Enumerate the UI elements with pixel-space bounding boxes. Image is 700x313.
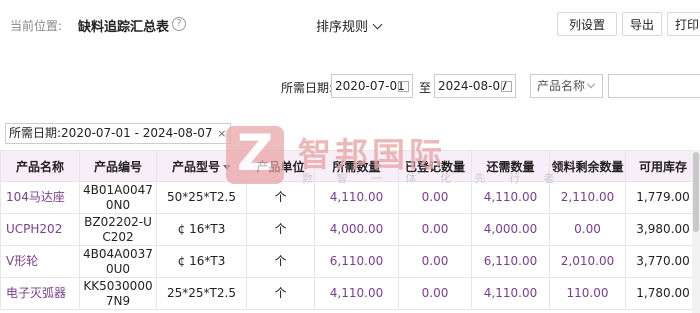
sort-rule-dropdown[interactable]: 排序规则 — [316, 16, 383, 35]
table-row: UCPH202 BZ02202-UC202 ¢ 16*T3 个 4,000.00… — [0, 213, 700, 246]
sort-rule-label: 排序规则 — [316, 20, 369, 35]
table-row: 104马达座 4B01A00470N0 50*25*T2.5 个 4,110.0… — [0, 181, 700, 214]
available-stock-cell: 3,980.00 — [625, 213, 700, 246]
column-settings-button[interactable]: 列设置 — [557, 12, 617, 36]
product-name-link[interactable]: 电子灭弧器 — [0, 277, 80, 310]
calendar-icon[interactable] — [398, 81, 409, 92]
table-header-row: 产品名称 产品编号 产品型号 产品单位 所需数量 已登记数量 还需数量 领料剩余… — [0, 150, 700, 182]
active-filter-tag: 所需日期:2020-07-01 - 2024-08-07 × — [5, 123, 232, 144]
available-stock-cell: 3,770.00 — [625, 245, 700, 278]
shortage-table: 产品名称 产品编号 产品型号 产品单位 所需数量 已登记数量 还需数量 领料剩余… — [0, 150, 700, 310]
product-name-link[interactable]: 104马达座 — [0, 181, 80, 214]
product-name-link[interactable]: V形轮 — [0, 245, 80, 278]
registered-qty-cell[interactable]: 0.00 — [398, 277, 472, 310]
column-header[interactable]: 产品名称 — [0, 150, 80, 182]
table-row: 电子灭弧器 KK50300007N9 25*25*T2.5 个 4,110.00… — [0, 277, 700, 310]
remaining-issue-qty-cell[interactable]: 110.00 — [549, 277, 626, 310]
search-field-select[interactable]: 产品名称 — [530, 74, 603, 98]
column-header-label: 产品型号 — [171, 159, 220, 174]
table-row: V形轮 4B04A00370U0 ¢ 16*T3 个 6,110.00 0.00… — [0, 245, 700, 278]
available-stock-cell: 1,779.00 — [625, 181, 700, 214]
date-to-input[interactable]: 2024-08-07 — [434, 74, 516, 98]
column-header[interactable]: 领料剩余数量 — [549, 150, 626, 182]
date-range-separator: 至 — [419, 81, 432, 95]
column-header[interactable]: 可用库存 — [625, 150, 700, 182]
product-code-cell: BZ02202-UC202 — [79, 213, 157, 246]
product-unit-cell: 个 — [246, 245, 315, 278]
chevron-down-icon — [586, 79, 596, 89]
still-needed-qty-cell[interactable]: 4,000.00 — [471, 213, 550, 246]
available-stock-cell: 1,780.00 — [625, 277, 700, 310]
product-model-cell: 25*25*T2.5 — [156, 277, 247, 310]
still-needed-qty-cell[interactable]: 4,110.00 — [471, 181, 550, 214]
close-icon[interactable]: × — [217, 124, 226, 143]
column-header[interactable]: 已登记数量 — [398, 150, 472, 182]
product-unit-cell: 个 — [246, 213, 315, 246]
top-bar: 当前位置: 缺料追踪汇总表 ? 排序规则 列设置 导出 打印 — [0, 0, 700, 52]
help-icon[interactable]: ? — [172, 17, 186, 31]
required-qty-cell[interactable]: 4,000.00 — [314, 213, 399, 246]
product-unit-cell: 个 — [246, 277, 315, 310]
product-code-cell: KK50300007N9 — [79, 277, 157, 310]
page-title: 缺料追踪汇总表 — [78, 20, 170, 35]
column-header[interactable]: 产品编号 — [79, 150, 157, 182]
export-button[interactable]: 导出 — [622, 12, 662, 36]
column-header[interactable]: 所需数量 — [314, 150, 399, 182]
still-needed-qty-cell[interactable]: 4,110.00 — [471, 277, 550, 310]
print-button[interactable]: 打印 — [667, 12, 700, 36]
column-header[interactable]: 还需数量 — [471, 150, 550, 182]
date-from-value: 2020-07-01 — [335, 79, 405, 93]
remaining-issue-qty-cell[interactable]: 0.00 — [549, 213, 626, 246]
required-qty-cell[interactable]: 6,110.00 — [314, 245, 399, 278]
calendar-icon[interactable] — [501, 81, 512, 92]
chevron-down-icon — [372, 19, 383, 30]
search-input[interactable] — [608, 74, 700, 98]
product-model-cell: 50*25*T2.5 — [156, 181, 247, 214]
required-qty-cell[interactable]: 4,110.00 — [314, 181, 399, 214]
product-name-link[interactable]: UCPH202 — [0, 213, 80, 246]
still-needed-qty-cell[interactable]: 6,110.00 — [471, 245, 550, 278]
product-model-cell: ¢ 16*T3 — [156, 245, 247, 278]
registered-qty-cell[interactable]: 0.00 — [398, 181, 472, 214]
remaining-issue-qty-cell[interactable]: 2,110.00 — [549, 181, 626, 214]
scrollbar-thumb[interactable] — [693, 152, 699, 232]
remaining-issue-qty-cell[interactable]: 2,010.00 — [549, 245, 626, 278]
date-filter-label: 所需日期: — [281, 81, 334, 95]
vertical-scrollbar[interactable] — [692, 150, 700, 313]
sort-icon[interactable] — [223, 164, 231, 170]
registered-qty-cell[interactable]: 0.00 — [398, 245, 472, 278]
active-filter-text: 所需日期:2020-07-01 - 2024-08-07 — [9, 126, 213, 140]
location-label: 当前位置: — [10, 19, 63, 33]
date-to-value: 2024-08-07 — [438, 79, 508, 93]
search-field-value: 产品名称 — [537, 79, 586, 93]
product-unit-cell: 个 — [246, 181, 315, 214]
product-code-cell: 4B01A00470N0 — [79, 181, 157, 214]
filter-bar: 所需日期: 2020-07-01 至 2024-08-07 产品名称 — [0, 72, 700, 102]
registered-qty-cell[interactable]: 0.00 — [398, 213, 472, 246]
product-code-cell: 4B04A00370U0 — [79, 245, 157, 278]
column-header[interactable]: 产品型号 — [156, 150, 247, 182]
date-from-input[interactable]: 2020-07-01 — [331, 74, 413, 98]
product-model-cell: ¢ 16*T3 — [156, 213, 247, 246]
required-qty-cell[interactable]: 4,110.00 — [314, 277, 399, 310]
column-header[interactable]: 产品单位 — [246, 150, 315, 182]
